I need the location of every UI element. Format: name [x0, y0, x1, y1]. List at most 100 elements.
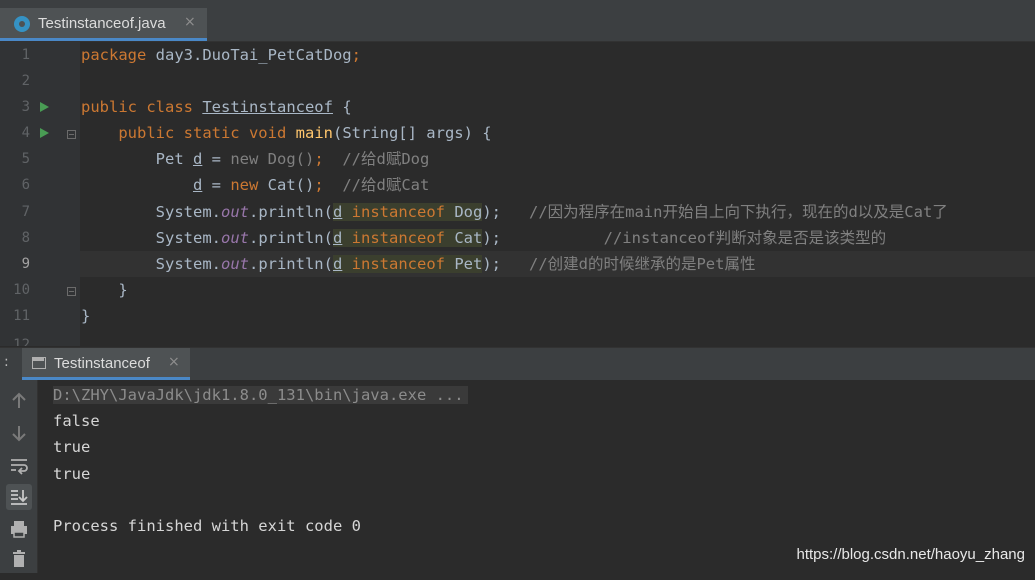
- run-tab-label: Testinstanceof: [54, 355, 150, 372]
- line-number: 3: [21, 99, 30, 115]
- static-field: out: [220, 203, 249, 221]
- class-ref: Dog: [444, 203, 483, 221]
- method-name: main: [295, 124, 333, 142]
- watermark: https://blog.csdn.net/haoyu_zhang: [796, 546, 1025, 563]
- close-icon[interactable]: ×: [184, 14, 196, 30]
- console-exit-message: Process finished with exit code 0: [53, 517, 361, 535]
- variable: d: [332, 229, 343, 247]
- close-paren: );: [482, 229, 501, 247]
- line-number: 2: [21, 73, 30, 89]
- variable: d: [332, 255, 343, 273]
- console-icon: [32, 357, 46, 369]
- package-name: day3.DuoTai_PetCatDog: [146, 46, 352, 64]
- console-output-line: true: [53, 465, 91, 483]
- close-icon[interactable]: ×: [168, 354, 180, 370]
- code-line-9: System.out.println(d instanceof Pet); //…: [81, 251, 755, 277]
- constructor: Dog(): [258, 150, 315, 168]
- class-ref: Pet: [444, 255, 483, 273]
- line-number: 8: [21, 230, 30, 246]
- variable: d: [192, 176, 203, 194]
- arrow-down-icon[interactable]: [6, 420, 32, 446]
- static-field: out: [220, 255, 249, 273]
- comment: //instanceof判断对象是否是该类型的: [603, 229, 887, 247]
- semicolon: ;: [314, 150, 324, 168]
- comment: //给d赋Cat: [342, 176, 430, 194]
- variable: d: [332, 203, 343, 221]
- keyword: instanceof: [342, 229, 445, 247]
- console-output-line: true: [53, 438, 91, 456]
- keyword: public static void: [118, 124, 287, 142]
- line-number: 4: [21, 125, 30, 141]
- close-paren: );: [482, 255, 501, 273]
- code-line-7: System.out.println(d instanceof Dog); //…: [81, 199, 948, 225]
- assign: =: [202, 176, 231, 194]
- class-ref: Cat: [444, 229, 483, 247]
- run-main-icon[interactable]: [40, 128, 49, 138]
- system: System.: [155, 255, 221, 273]
- brace: }: [118, 281, 128, 299]
- line-number: 12: [13, 337, 30, 346]
- soft-wrap-icon[interactable]: [6, 452, 32, 478]
- keyword: public class: [81, 98, 193, 116]
- print-icon[interactable]: [6, 516, 32, 542]
- keyword: instanceof: [342, 203, 445, 221]
- code-line-8: System.out.println(d instanceof Cat); //…: [81, 225, 886, 251]
- call: .println(: [248, 229, 333, 247]
- code-line-11: }: [81, 303, 90, 329]
- editor-tab-label: Testinstanceof.java: [38, 15, 166, 32]
- line-number: 7: [21, 204, 30, 220]
- line-number: 10: [13, 282, 30, 298]
- close-paren: );: [482, 203, 501, 221]
- console-output-line: false: [53, 412, 100, 430]
- type-name: Pet: [155, 150, 193, 168]
- run-class-icon[interactable]: [40, 102, 49, 112]
- comment: //给d赋Dog: [342, 150, 430, 168]
- brace: {: [332, 98, 352, 116]
- line-number: 9: [21, 256, 30, 272]
- semicolon: ;: [314, 176, 324, 194]
- run-label: :: [4, 354, 9, 370]
- line-number: 6: [21, 177, 30, 193]
- trash-icon[interactable]: [6, 546, 32, 572]
- run-tab-testinstanceof[interactable]: Testinstanceof ×: [22, 348, 190, 380]
- java-command[interactable]: D:\ZHY\JavaJdk\jdk1.8.0_131\bin\java.exe…: [53, 386, 468, 404]
- keyword-new: new: [230, 176, 259, 194]
- static-field: out: [220, 229, 249, 247]
- code-line-3: public class Testinstanceof {: [81, 94, 352, 120]
- comment: //创建d的时候继承的是Pet属性: [528, 255, 756, 273]
- assign: =: [202, 150, 231, 168]
- code-line-5: Pet d = new Dog(); //给d赋Dog: [81, 146, 430, 172]
- class-name: Testinstanceof: [202, 98, 333, 116]
- run-tool-window-header: : Testinstanceof ×: [0, 347, 1035, 380]
- call: .println(: [248, 255, 333, 273]
- code-line-1: package day3.DuoTai_PetCatDog;: [81, 42, 361, 68]
- code-line-4: public static void main(String[] args) {: [81, 120, 492, 146]
- keyword: instanceof: [342, 255, 445, 273]
- code-line-6: d = new Cat(); //给d赋Cat: [81, 172, 429, 198]
- run-toolbar: [0, 380, 38, 573]
- console-output[interactable]: D:\ZHY\JavaJdk\jdk1.8.0_131\bin\java.exe…: [38, 380, 1035, 573]
- fold-icon[interactable]: [67, 287, 76, 296]
- editor-tab-bar: Testinstanceof.java ×: [0, 0, 1035, 42]
- scroll-to-end-icon[interactable]: [6, 484, 32, 510]
- code-editor[interactable]: 1 2 3 4 5 6 7 8 9 10 11 12 package day3.…: [0, 42, 1035, 346]
- console-command-line: D:\ZHY\JavaJdk\jdk1.8.0_131\bin\java.exe…: [53, 382, 468, 408]
- constructor: Cat(): [258, 176, 315, 194]
- variable: d: [192, 150, 203, 168]
- line-number: 11: [13, 308, 30, 324]
- brace: }: [81, 307, 91, 325]
- line-number-gutter: 1 2 3 4 5 6 7 8 9 10 11 12: [0, 42, 80, 346]
- semicolon: ;: [351, 46, 361, 64]
- keyword: package: [81, 46, 147, 64]
- call: .println(: [248, 203, 333, 221]
- java-class-icon: [14, 16, 30, 32]
- line-number: 1: [21, 47, 30, 63]
- fold-icon[interactable]: [67, 130, 76, 139]
- editor-tab-testinstanceof[interactable]: Testinstanceof.java ×: [0, 8, 207, 41]
- arrow-up-icon[interactable]: [6, 388, 32, 414]
- system: System.: [155, 203, 221, 221]
- line-number: 5: [21, 151, 30, 167]
- system: System.: [155, 229, 221, 247]
- code-line-10: }: [81, 277, 128, 303]
- params: (String[] args) {: [332, 124, 492, 142]
